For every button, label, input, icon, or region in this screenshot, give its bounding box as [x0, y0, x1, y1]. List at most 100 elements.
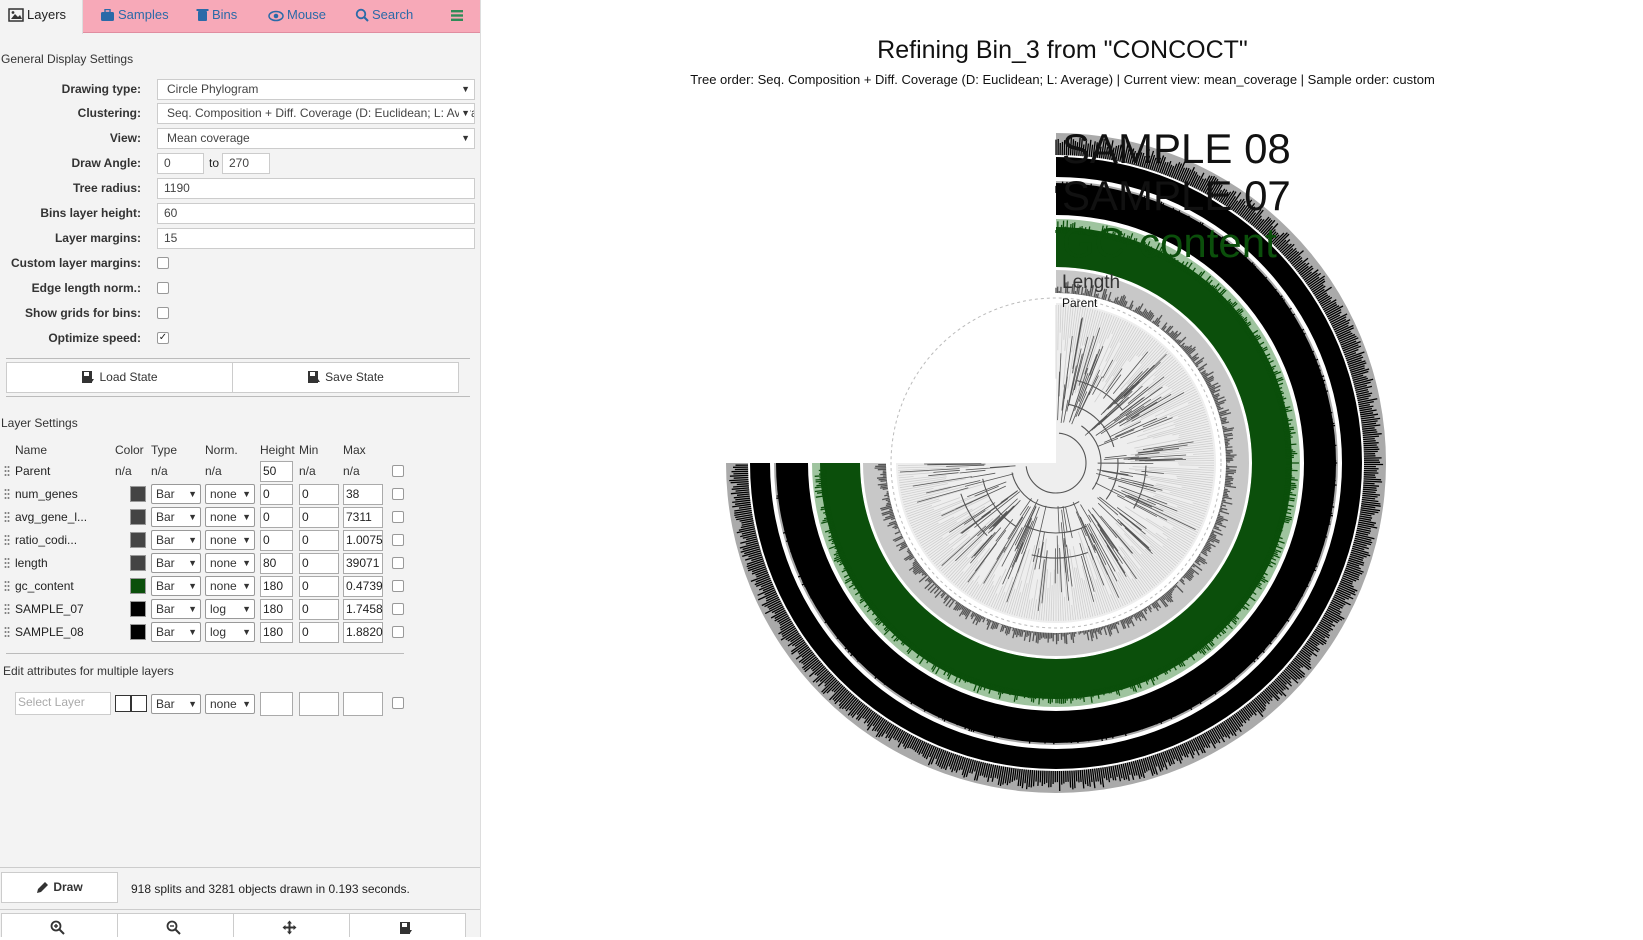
multi-type-select[interactable]: Bar ▼: [151, 694, 201, 714]
save-svg-button[interactable]: [349, 913, 466, 937]
layer-height-input[interactable]: 0: [260, 507, 293, 528]
clustering-select[interactable]: Seq. Composition + Diff. Coverage (D: Eu…: [157, 103, 475, 124]
bins-height-label: Bins layer height:: [40, 206, 141, 220]
layer-select-checkbox[interactable]: [392, 534, 404, 546]
zoom-in-button[interactable]: [1, 913, 118, 937]
drag-handle-icon[interactable]: [4, 603, 10, 615]
tab-bar: Layers Samples Bins Mouse Search: [0, 0, 480, 34]
layer-color-swatch[interactable]: [130, 624, 146, 640]
layer-norm-select[interactable]: log ▼: [205, 622, 255, 642]
circle-phylogram[interactable]: SAMPLE 08SAMPLE 07GC-content Length Parent: [482, 0, 1643, 937]
tree-canvas[interactable]: SAMPLE 08 SAMPLE 07 GC-content Length Parent: [482, 0, 1643, 937]
save-state-button[interactable]: Save State: [232, 362, 459, 393]
layer-min-input[interactable]: 0: [299, 484, 339, 505]
layer-height-input[interactable]: 0: [260, 530, 293, 551]
layer-select-checkbox[interactable]: [392, 557, 404, 569]
draw-button[interactable]: Draw: [1, 872, 118, 903]
layer-type-select[interactable]: Bar ▼: [151, 553, 201, 573]
layer-max-input[interactable]: 38: [343, 484, 383, 505]
layer-type-select[interactable]: Bar ▼: [151, 484, 201, 504]
drag-handle-icon[interactable]: [4, 465, 10, 477]
layer-select-checkbox[interactable]: [392, 488, 404, 500]
tab-menu[interactable]: [442, 0, 472, 33]
tab-search[interactable]: Search: [347, 0, 421, 33]
layer-color-swatch[interactable]: [130, 578, 146, 594]
layer-norm-select[interactable]: none ▼: [205, 530, 255, 550]
layer-type-select[interactable]: Bar ▼: [151, 530, 201, 550]
multi-color-picker[interactable]: [115, 695, 147, 712]
layer-height-input[interactable]: 0: [260, 484, 293, 505]
tree-radius-input[interactable]: 1190: [157, 178, 475, 199]
layer-norm-select[interactable]: log ▼: [205, 599, 255, 619]
layer-max-input[interactable]: 1.0075: [343, 530, 383, 551]
angle-from-input[interactable]: 0: [157, 153, 204, 174]
tab-samples[interactable]: Samples: [92, 0, 177, 33]
layer-min-input[interactable]: 0: [299, 622, 339, 643]
edge-norm-checkbox[interactable]: [157, 282, 169, 294]
layer-norm-select[interactable]: none ▼: [205, 553, 255, 573]
tab-layers[interactable]: Layers: [0, 0, 83, 34]
drag-handle-icon[interactable]: [4, 580, 10, 592]
layer-max-input[interactable]: 7311: [343, 507, 383, 528]
layer-max-input[interactable]: 0.4739: [343, 576, 383, 597]
layer-max-input[interactable]: 39071: [343, 553, 383, 574]
layer-height-input[interactable]: 180: [260, 576, 293, 597]
multi-norm-select[interactable]: none ▼: [205, 694, 255, 714]
layer-min-input[interactable]: 0: [299, 576, 339, 597]
layer-color-swatch[interactable]: [130, 601, 146, 617]
layer-select-checkbox[interactable]: [392, 465, 404, 477]
layer-norm-select[interactable]: none ▼: [205, 576, 255, 596]
drag-handle-icon[interactable]: [4, 488, 10, 500]
select-layer-input[interactable]: Select Layer: [15, 692, 111, 715]
tab-bins[interactable]: Bins: [188, 0, 245, 33]
layer-row: SAMPLE_07 Bar ▼ log ▼ 180 0 1.7458: [0, 598, 420, 620]
multi-max-input[interactable]: [343, 692, 383, 716]
show-grids-checkbox[interactable]: [157, 307, 169, 319]
layer-type-select[interactable]: Bar ▼: [151, 507, 201, 527]
layer-select-checkbox[interactable]: [392, 511, 404, 523]
multi-select-checkbox[interactable]: [392, 697, 404, 709]
layer-max-input[interactable]: 1.8820: [343, 622, 383, 643]
drag-handle-icon[interactable]: [4, 626, 10, 638]
layer-color-swatch[interactable]: [130, 509, 146, 525]
layer-type-value: Bar: [156, 625, 175, 639]
custom-margins-checkbox[interactable]: [157, 257, 169, 269]
center-icon: [282, 920, 297, 935]
load-state-button[interactable]: Load State: [6, 362, 233, 393]
drag-handle-icon[interactable]: [4, 534, 10, 546]
multi-min-input[interactable]: [299, 692, 339, 716]
center-button[interactable]: [233, 913, 350, 937]
layer-min-input[interactable]: 0: [299, 507, 339, 528]
layer-norm-select[interactable]: none ▼: [205, 484, 255, 504]
dropdown-arrow-icon: ▼: [242, 512, 251, 522]
layer-height-input[interactable]: 80: [260, 553, 293, 574]
drawing-type-select[interactable]: Circle Phylogram ▼: [157, 79, 475, 100]
view-select[interactable]: Mean coverage ▼: [157, 128, 475, 149]
layer-color-swatch[interactable]: [130, 532, 146, 548]
optimize-speed-checkbox[interactable]: ✓: [157, 332, 169, 344]
bins-height-input[interactable]: 60: [157, 203, 475, 224]
layer-min-input[interactable]: 0: [299, 599, 339, 620]
layer-type-select[interactable]: Bar ▼: [151, 576, 201, 596]
layer-height-input[interactable]: 180: [260, 599, 293, 620]
tab-mouse[interactable]: Mouse: [260, 0, 334, 33]
layer-select-checkbox[interactable]: [392, 626, 404, 638]
layer-norm-select[interactable]: none ▼: [205, 507, 255, 527]
layer-min-input[interactable]: 0: [299, 530, 339, 551]
layer-margins-input[interactable]: 15: [157, 228, 475, 249]
layer-color-swatch[interactable]: [130, 486, 146, 502]
layer-max-input[interactable]: 1.7458: [343, 599, 383, 620]
layer-select-checkbox[interactable]: [392, 603, 404, 615]
layer-type-select[interactable]: Bar ▼: [151, 622, 201, 642]
drag-handle-icon[interactable]: [4, 557, 10, 569]
layer-type-select[interactable]: Bar ▼: [151, 599, 201, 619]
layer-color-swatch[interactable]: [130, 555, 146, 571]
layer-height-input[interactable]: 180: [260, 622, 293, 643]
zoom-out-button[interactable]: [117, 913, 234, 937]
multi-height-input[interactable]: [260, 692, 293, 716]
layer-min-input[interactable]: 0: [299, 553, 339, 574]
drag-handle-icon[interactable]: [4, 511, 10, 523]
layer-height-input[interactable]: 50: [260, 461, 293, 482]
layer-select-checkbox[interactable]: [392, 580, 404, 592]
angle-to-input[interactable]: 270: [222, 153, 270, 174]
